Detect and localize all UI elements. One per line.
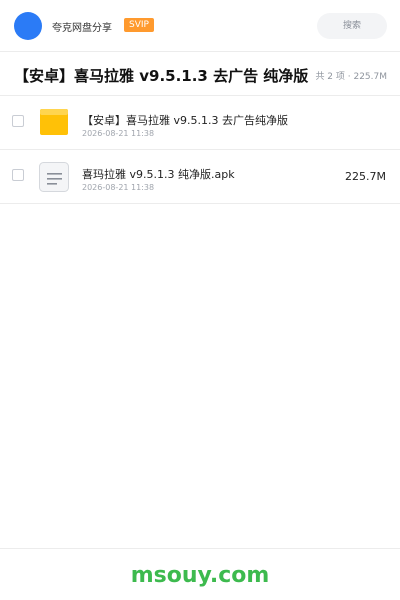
file-size: 225.7M (345, 170, 386, 183)
page-title: 【安卓】喜马拉雅 v9.5.1.3 去广告 纯净版 (14, 67, 309, 85)
file-name: 喜玛拉雅 v9.5.1.3 纯净版.apk (82, 168, 235, 181)
file-icon (39, 162, 69, 192)
search-button[interactable]: 搜索 (317, 13, 387, 39)
row-checkbox[interactable] (12, 115, 24, 127)
file-row-folder[interactable]: 【安卓】喜马拉雅 v9.5.1.3 去广告纯净版 2026-08-21 11:3… (0, 96, 400, 150)
file-date: 2026-08-21 11:38 (82, 129, 155, 138)
row-checkbox[interactable] (12, 169, 24, 181)
file-name: 【安卓】喜马拉雅 v9.5.1.3 去广告纯净版 (82, 114, 288, 127)
footer: msouy.com (0, 548, 400, 600)
watermark-text: msouy.com (130, 563, 270, 588)
svip-badge: SVIP (124, 18, 154, 32)
share-summary: 共 2 项 · 225.7M (315, 72, 387, 82)
share-title-bar: 【安卓】喜马拉雅 v9.5.1.3 去广告 纯净版 共 2 项 · 225.7M (0, 52, 400, 96)
file-row-apk[interactable]: 喜玛拉雅 v9.5.1.3 纯净版.apk 2026-08-21 11:38 2… (0, 150, 400, 204)
file-date: 2026-08-21 11:38 (82, 183, 155, 192)
brand-name: 夸克网盘分享 (52, 23, 112, 34)
avatar[interactable] (14, 12, 42, 40)
top-bar: 夸克网盘分享 SVIP 搜索 (0, 0, 400, 52)
folder-icon (40, 109, 68, 135)
